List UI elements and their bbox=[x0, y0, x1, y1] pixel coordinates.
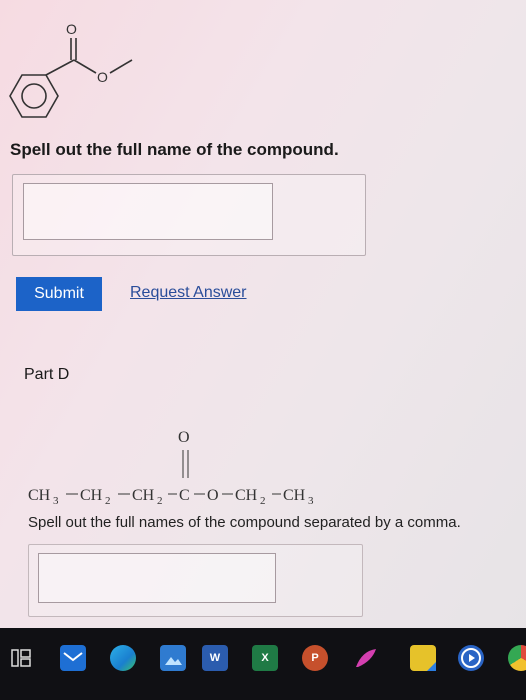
formula-ch3-a: CH bbox=[28, 487, 51, 504]
formula-ch2-a: CH bbox=[80, 487, 103, 504]
part-d-name-input[interactable] bbox=[38, 553, 276, 603]
part-d-prompt: Spell out the full names of the compound… bbox=[28, 514, 461, 531]
propyl-ester-formula: O CH 3 CH 2 CH 2 C O CH 2 CH 3 bbox=[28, 429, 314, 507]
request-answer-link[interactable]: Request Answer bbox=[130, 284, 247, 302]
feather-app-icon[interactable] bbox=[352, 645, 378, 671]
carbonyl-oxygen-label: O bbox=[66, 21, 77, 37]
formula-sub-3-b: 3 bbox=[308, 495, 314, 507]
edge-icon[interactable] bbox=[110, 645, 136, 671]
photos-icon[interactable] bbox=[160, 645, 186, 671]
mail-icon[interactable] bbox=[60, 645, 86, 671]
powerpoint-icon[interactable]: P bbox=[302, 645, 328, 671]
formula-sub-3-a: 3 bbox=[53, 495, 59, 507]
part-d-title: Part D bbox=[24, 366, 70, 383]
benzene-ring bbox=[9, 74, 59, 118]
sticky-notes-icon[interactable] bbox=[410, 645, 436, 671]
question-prompt: Spell out the full name of the compound. bbox=[10, 140, 339, 159]
formula-o: O bbox=[207, 487, 219, 504]
compound-name-input[interactable] bbox=[23, 183, 273, 240]
word-icon[interactable]: W bbox=[202, 645, 228, 671]
formula-ch2-c: CH bbox=[235, 487, 258, 504]
methyl-benzoate-structure: O O bbox=[9, 21, 133, 118]
formula-sub-2-c: 2 bbox=[260, 495, 266, 507]
formula-carbonyl-o: O bbox=[178, 429, 190, 446]
ester-bonds bbox=[45, 38, 133, 76]
formula-c: C bbox=[179, 487, 190, 504]
ester-oxygen-label: O bbox=[97, 69, 108, 85]
formula-sub-2-a: 2 bbox=[105, 495, 111, 507]
submit-button[interactable]: Submit bbox=[16, 277, 102, 311]
excel-icon[interactable]: X bbox=[252, 645, 278, 671]
formula-ch3-b: CH bbox=[283, 487, 306, 504]
formula-ch2-b: CH bbox=[132, 487, 155, 504]
media-player-icon[interactable] bbox=[458, 645, 484, 671]
formula-sub-2-b: 2 bbox=[157, 495, 163, 507]
task-view-icon[interactable] bbox=[8, 645, 34, 671]
